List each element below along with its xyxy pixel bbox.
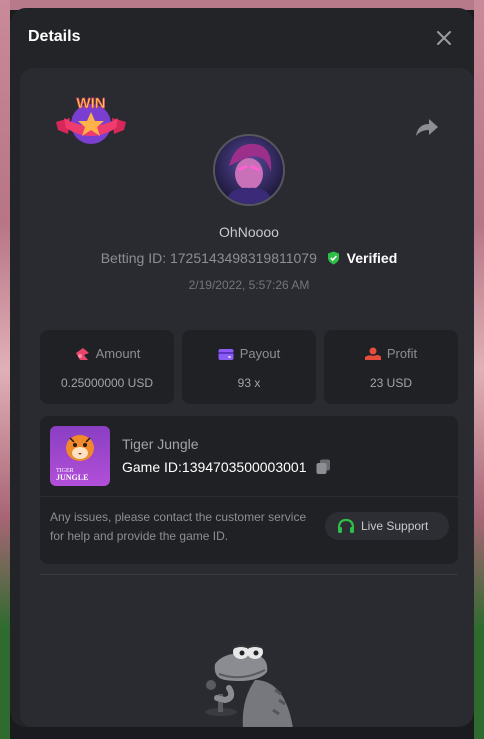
shield-check-icon [327, 251, 339, 265]
win-badge-text: WIN [76, 95, 105, 112]
stat-profit-value: 23 USD [369, 376, 413, 390]
stat-profit: Profit 23 USD [324, 330, 458, 404]
modal-header: Details [10, 8, 474, 68]
verified-label: Verified [346, 250, 398, 266]
bet-timestamp: 2/19/2022, 5:57:26 AM [188, 278, 310, 292]
stat-payout-label: Payout [239, 346, 281, 361]
avatar [213, 134, 285, 206]
share-button[interactable] [415, 116, 439, 138]
stat-payout-value: 93 x [237, 376, 261, 390]
stat-amount-label: Amount [95, 346, 141, 361]
game-thumbnail[interactable]: TIGER JUNGLE [50, 426, 110, 486]
game-card-divider [40, 496, 458, 497]
live-support-button[interactable]: Live Support [325, 512, 449, 540]
details-modal: Details WIN OhNoooo Betting ID: 17251434… [10, 8, 474, 727]
headset-icon [337, 518, 355, 533]
game-card: TIGER JUNGLE Tiger Jungle Game ID:139470… [40, 416, 458, 564]
stat-payout: Payout 93 x [182, 330, 316, 404]
crocodile-mascot-icon [205, 645, 293, 727]
share-icon [416, 119, 438, 136]
details-panel: WIN OhNoooo Betting ID: 1725143498319811… [20, 68, 474, 727]
close-button[interactable] [434, 28, 454, 48]
game-thumbnail-text-2: JUNGLE [56, 473, 88, 482]
wallet-icon [218, 349, 234, 360]
stat-amount-value: 0.25000000 USD [60, 376, 154, 390]
game-id-value: 1394703500003001 [181, 459, 307, 475]
game-id-row: Game ID:1394703500003001 [122, 459, 331, 475]
stats-row: Amount 0.25000000 USD Payout 93 x Profit… [40, 330, 458, 404]
background-game-right [474, 0, 484, 739]
money-bag-icon [75, 348, 89, 360]
stat-profit-label: Profit [386, 346, 418, 361]
close-icon [437, 31, 451, 45]
stat-amount: Amount 0.25000000 USD [40, 330, 174, 404]
support-help-text: Any issues, please contact the customer … [50, 510, 307, 543]
username: OhNoooo [219, 224, 279, 240]
modal-title: Details [28, 28, 81, 45]
hand-coin-icon [364, 347, 381, 360]
game-name[interactable]: Tiger Jungle [122, 436, 199, 452]
background-game-left [0, 0, 10, 739]
game-id-label: Game ID: [122, 459, 182, 475]
betting-id-row: Betting ID: 1725143498319811079 Verified [20, 250, 474, 266]
live-support-label: Live Support [361, 519, 429, 533]
copy-icon[interactable] [316, 459, 331, 475]
win-badge-icon: WIN [56, 95, 126, 144]
betting-id-label: Betting ID: [100, 250, 167, 266]
section-separator [40, 574, 458, 575]
betting-id-value: 1725143498319811079 [169, 250, 317, 266]
